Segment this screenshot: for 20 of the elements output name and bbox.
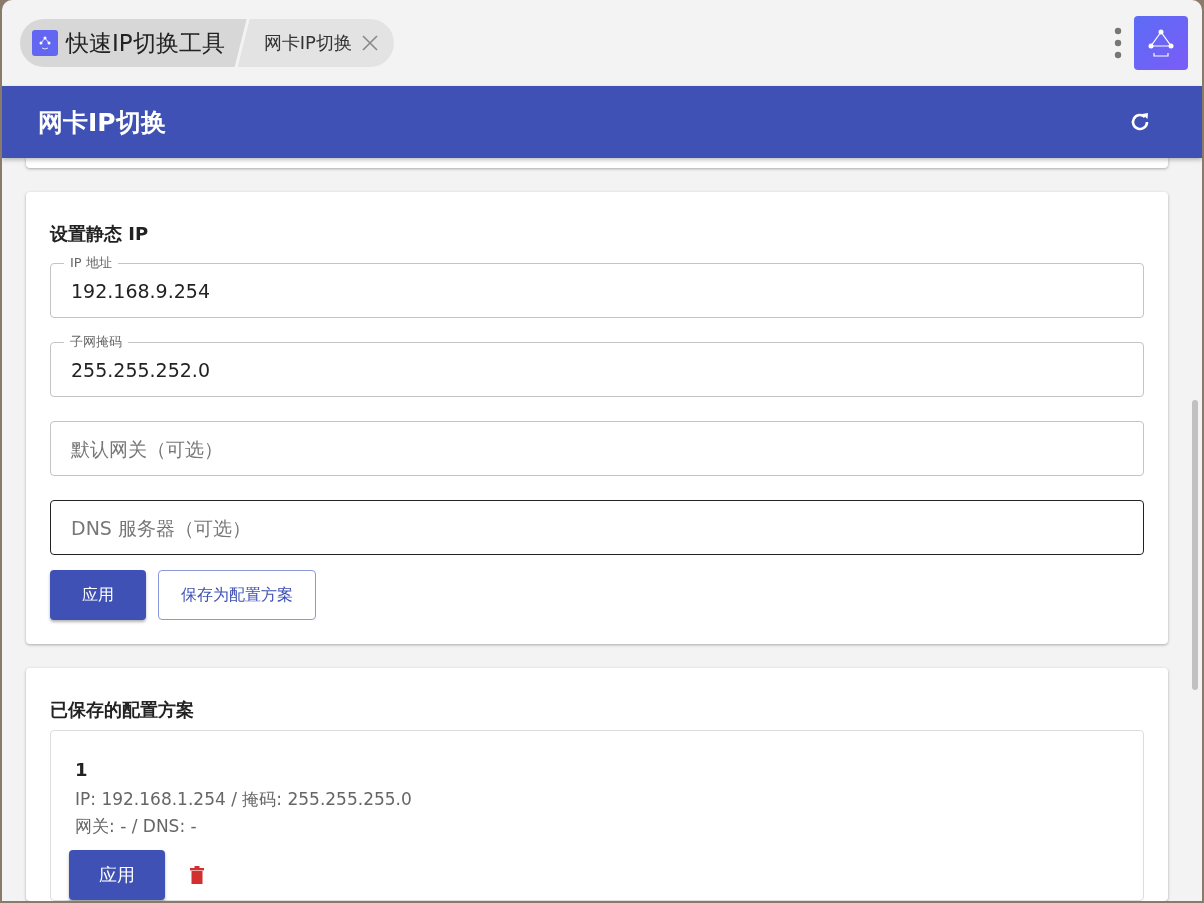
input-field[interactable]: DNS 服务器（可选） [50, 500, 1144, 555]
app-logo-icon [32, 30, 58, 56]
breadcrumb-tab[interactable]: 网卡IP切换 [237, 19, 394, 67]
profile-details: IP: 192.168.1.254 / 掩码: 255.255.255.0 [75, 788, 413, 811]
field-label: IP 地址 [64, 255, 118, 271]
breadcrumb-tab[interactable]: 快速IP切换工具 [20, 19, 247, 67]
page-title: 网卡IP切换 [38, 106, 166, 139]
save-profile-button[interactable]: 保存为配置方案 [158, 570, 316, 620]
apply-button[interactable]: 应用 [50, 570, 146, 620]
close-icon[interactable] [359, 33, 380, 53]
profile-name: 1 [75, 759, 89, 780]
scrollbar[interactable] [1192, 400, 1198, 690]
more-icon[interactable] [1114, 27, 1122, 59]
section-title: 已保存的配置方案 [50, 698, 195, 722]
apply-button[interactable]: 应用 [69, 850, 165, 900]
delete-icon[interactable] [189, 866, 205, 884]
app-logo-icon[interactable] [1134, 16, 1188, 70]
section-title: 设置静态 IP [50, 222, 150, 246]
profile-details: 网关: - / DNS: - [75, 815, 198, 838]
field-label: 子网掩码 [64, 334, 128, 350]
